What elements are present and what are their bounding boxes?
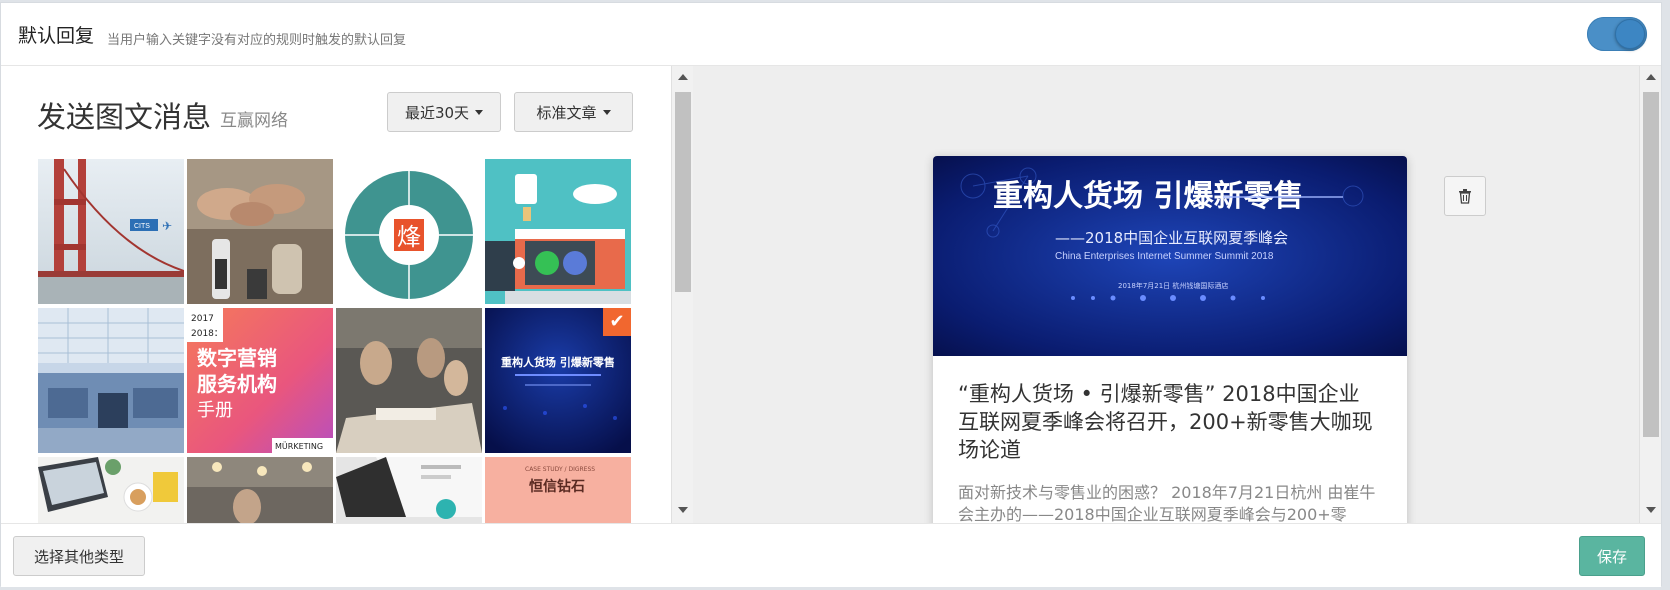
date-range-label: 最近30天 bbox=[404, 103, 470, 122]
svg-text:✈: ✈ bbox=[162, 219, 172, 233]
svg-text:恒信钻石: 恒信钻石 bbox=[529, 478, 585, 495]
article-tile[interactable] bbox=[336, 457, 482, 523]
scroll-up-icon[interactable] bbox=[1646, 74, 1656, 80]
account-name: 互赢网络 bbox=[220, 111, 288, 131]
article-tile[interactable] bbox=[38, 308, 184, 453]
article-preview-card: 重构人货场 引爆新零售 ——2018中国企业互联网夏季峰会 China Ente… bbox=[933, 156, 1407, 523]
selected-check-icon: ✔ bbox=[603, 308, 631, 336]
article-cover-image: 重构人货场 引爆新零售 ——2018中国企业互联网夏季峰会 China Ente… bbox=[933, 156, 1407, 356]
article-tile[interactable] bbox=[38, 457, 184, 523]
article-tile[interactable] bbox=[187, 159, 333, 304]
scroll-thumb[interactable] bbox=[1643, 92, 1659, 437]
trash-icon bbox=[1459, 189, 1471, 204]
tile-text: 重构人货场 引爆新零售 bbox=[501, 355, 615, 369]
chevron-down-icon bbox=[602, 109, 611, 115]
article-type-dropdown[interactable]: 标准文章 bbox=[514, 92, 633, 132]
default-reply-toggle[interactable] bbox=[1587, 17, 1647, 51]
select-other-type-button[interactable]: 选择其他类型 bbox=[13, 536, 145, 576]
svg-text:2018：: 2018： bbox=[191, 329, 223, 339]
tile-text: CITS bbox=[134, 223, 150, 230]
scroll-down-icon[interactable] bbox=[1646, 507, 1656, 513]
cover-en: China Enterprises Internet Summer Summit… bbox=[1055, 251, 1274, 262]
article-picker-panel: 发送图文消息 互赢网络 最近30天 标准文章 CITS ✈ 烽 2017 201… bbox=[1, 66, 671, 523]
cover-subtitle: ——2018中国企业互联网夏季峰会 bbox=[1055, 229, 1288, 247]
article-type-label: 标准文章 bbox=[536, 103, 597, 122]
article-tile[interactable]: 2017 2018： 数字营销 服务机构 手册 MÜRKETING bbox=[187, 308, 333, 453]
article-tile[interactable]: CITS ✈ bbox=[38, 159, 184, 304]
scroll-thumb[interactable] bbox=[675, 92, 691, 292]
left-scrollbar[interactable] bbox=[671, 66, 693, 523]
article-tile[interactable] bbox=[485, 159, 631, 304]
save-button[interactable]: 保存 bbox=[1579, 536, 1645, 576]
svg-text:手册: 手册 bbox=[197, 400, 233, 421]
cover-date: 2018年7月21日 杭州钱塘国际酒店 bbox=[1118, 281, 1228, 290]
dialog-footer: 选择其他类型 保存 bbox=[1, 523, 1661, 587]
scroll-down-icon[interactable] bbox=[678, 507, 688, 513]
article-title: “重构人货场 • 引爆新零售” 2018中国企业互联网夏季峰会将召开，200+新… bbox=[958, 382, 1373, 462]
article-tile-selected[interactable]: 重构人货场 引爆新零售 ✔ bbox=[485, 308, 631, 453]
svg-text:2017: 2017 bbox=[191, 314, 214, 324]
preview-panel: 重构人货场 引爆新零售 ——2018中国企业互联网夏季峰会 China Ente… bbox=[693, 66, 1639, 523]
tile-text: 烽 bbox=[397, 223, 421, 251]
dialog-header: 默认回复 当用户输入关键字没有对应的规则时触发的默认回复 bbox=[1, 3, 1661, 66]
article-tile[interactable]: CASE STUDY / DIGRESS 恒信钻石 bbox=[485, 457, 631, 523]
dialog: 默认回复 当用户输入关键字没有对应的规则时触发的默认回复 发送图文消息 互赢网络… bbox=[0, 2, 1662, 587]
svg-text:MÜRKETING: MÜRKETING bbox=[275, 441, 323, 451]
panel-heading: 发送图文消息 bbox=[37, 100, 212, 134]
article-description: 面对新技术与零售业的困惑？ 2018年7月21日杭州 由崔牛会主办的——2018… bbox=[958, 483, 1376, 523]
svg-text:CASE STUDY / DIGRESS: CASE STUDY / DIGRESS bbox=[525, 466, 595, 473]
toggle-knob[interactable] bbox=[1615, 19, 1645, 49]
chevron-down-icon bbox=[475, 109, 484, 115]
article-tile[interactable]: 烽 bbox=[336, 159, 482, 304]
article-tile[interactable] bbox=[336, 308, 482, 453]
delete-button[interactable] bbox=[1444, 176, 1486, 216]
svg-text:服务机构: 服务机构 bbox=[197, 372, 277, 396]
article-tile[interactable] bbox=[187, 457, 333, 523]
scroll-up-icon[interactable] bbox=[678, 74, 688, 80]
right-scrollbar[interactable] bbox=[1639, 66, 1661, 523]
date-range-dropdown[interactable]: 最近30天 bbox=[387, 92, 501, 132]
svg-text:数字营销: 数字营销 bbox=[197, 346, 277, 370]
page-title: 默认回复 bbox=[18, 25, 95, 47]
page-subtitle: 当用户输入关键字没有对应的规则时触发的默认回复 bbox=[107, 33, 407, 48]
